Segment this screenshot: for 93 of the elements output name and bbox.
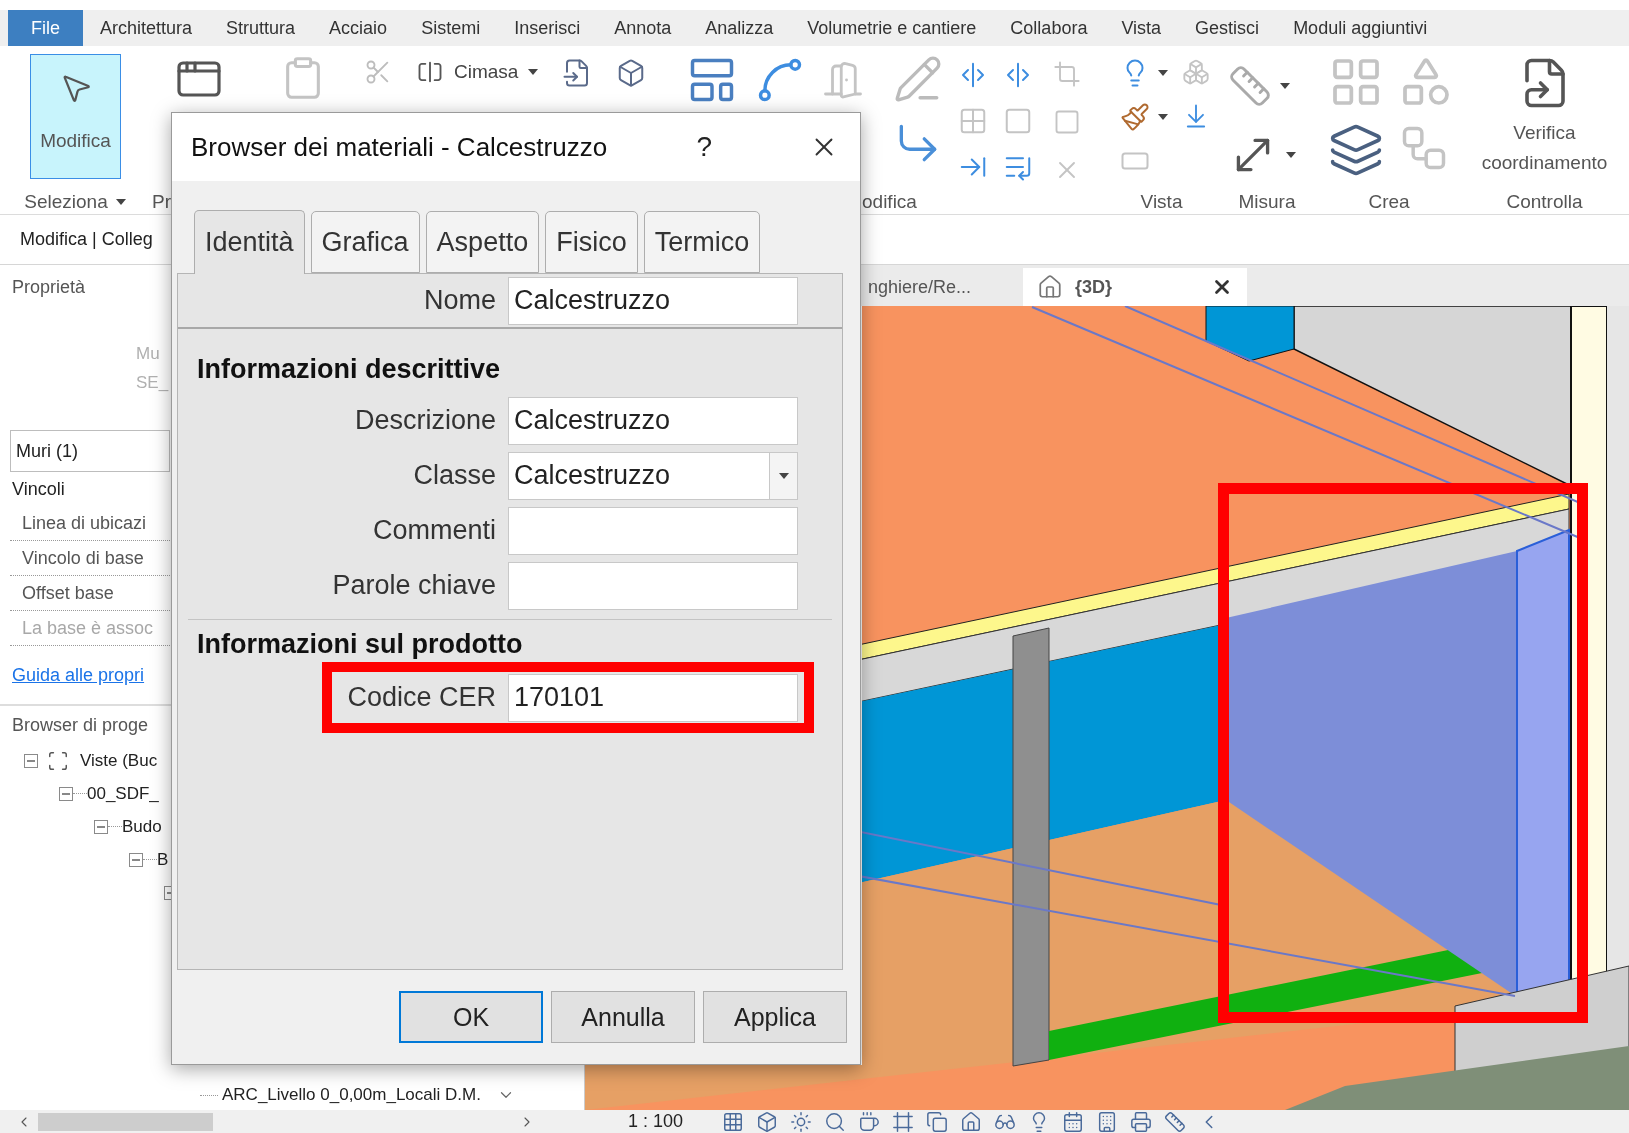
caret-icon[interactable] bbox=[115, 199, 126, 205]
ribbon-tab[interactable]: Acciaio bbox=[312, 10, 405, 46]
context-label: Modifica | Colleg bbox=[20, 229, 153, 250]
panel-label: Vista bbox=[1140, 191, 1183, 213]
ribbon-tab[interactable]: Analizza bbox=[688, 10, 791, 46]
tree-item[interactable]: Viste (Buc bbox=[80, 750, 158, 771]
ribbon-tab[interactable]: Struttura bbox=[209, 10, 313, 46]
section-title: Informazioni descrittive bbox=[197, 354, 501, 384]
help-link[interactable]: Guida alle propri bbox=[12, 664, 145, 686]
dialog-tab[interactable]: Fisico bbox=[545, 211, 638, 273]
dialog-button[interactable]: Annulla bbox=[551, 991, 695, 1043]
verify-coordination-button[interactable]: Verifica coordinamento bbox=[1469, 118, 1620, 178]
panel-label: odifica bbox=[862, 191, 917, 213]
caret-icon[interactable] bbox=[1158, 114, 1168, 120]
calendar-icon[interactable] bbox=[1062, 1110, 1085, 1133]
panel-label: Controlla bbox=[1506, 191, 1583, 213]
ribbon-tab[interactable]: Collabora bbox=[993, 10, 1105, 46]
field-label: Commenti bbox=[372, 515, 496, 546]
dialog-tab[interactable]: Grafica bbox=[310, 211, 420, 273]
caret-icon[interactable] bbox=[528, 69, 539, 75]
property-label: La base è assoc bbox=[22, 617, 154, 639]
brush-icon[interactable] bbox=[1120, 102, 1150, 132]
ribbon-tab[interactable]: Vista bbox=[1104, 10, 1179, 46]
tree-toggle[interactable] bbox=[59, 786, 73, 801]
copy-icon[interactable] bbox=[926, 1110, 949, 1133]
tree-toggle[interactable] bbox=[129, 852, 143, 867]
magnifier-icon[interactable] bbox=[824, 1110, 847, 1133]
dialog-tab[interactable]: Identità bbox=[194, 210, 305, 274]
dialog-tab[interactable]: Aspetto bbox=[425, 211, 540, 273]
view-tab[interactable]: nghiere/Re... bbox=[862, 268, 1010, 306]
text-field[interactable] bbox=[508, 506, 798, 555]
house-icon bbox=[1037, 274, 1063, 300]
frame-icon[interactable] bbox=[892, 1110, 915, 1133]
field-label: Parole chiave bbox=[332, 570, 496, 601]
property-label: Linea di ubicazi bbox=[22, 512, 147, 534]
ribbon-tab[interactable]: Sistemi bbox=[404, 10, 498, 46]
grid-icon[interactable] bbox=[722, 1110, 745, 1133]
text-field[interactable]: Calcestruzzo bbox=[508, 396, 798, 445]
dropdown-button[interactable] bbox=[769, 452, 797, 499]
caret-icon[interactable] bbox=[1280, 83, 1290, 89]
dialog-button[interactable]: OK bbox=[399, 991, 543, 1043]
cup-icon[interactable] bbox=[858, 1110, 881, 1133]
section-title: Informazioni sul prodotto bbox=[197, 629, 523, 659]
view-frame-icon bbox=[47, 749, 69, 772]
field-label: Nome bbox=[423, 285, 496, 316]
field-label: Classe bbox=[413, 460, 496, 491]
dropdown-field[interactable]: Calcestruzzo bbox=[508, 451, 798, 500]
tree-item[interactable]: ARC_Livello 0_0,00m_Locali D.M. bbox=[222, 1085, 481, 1105]
file-menu[interactable]: File bbox=[8, 10, 83, 46]
group-title: Vincoli bbox=[12, 478, 65, 500]
ribbon-tab[interactable]: Gestisci bbox=[1178, 10, 1277, 46]
dialog-button[interactable]: Applica bbox=[703, 991, 847, 1043]
panel-title: Proprietà bbox=[12, 276, 86, 298]
field-label: Codice CER bbox=[347, 682, 496, 713]
ruler-icon[interactable] bbox=[1164, 1110, 1187, 1133]
caret-icon[interactable] bbox=[1158, 70, 1168, 76]
help-button[interactable]: ? bbox=[696, 131, 712, 163]
ribbon-tab[interactable]: Moduli aggiuntivi bbox=[1276, 10, 1445, 46]
panel-label: Seleziona bbox=[24, 191, 108, 213]
ribbon-tab[interactable]: Inserisci bbox=[497, 10, 598, 46]
tree-toggle[interactable] bbox=[24, 753, 38, 768]
caret-icon[interactable] bbox=[778, 472, 789, 479]
scale-label[interactable]: 1 : 100 bbox=[628, 1111, 684, 1132]
text-field[interactable]: 170101 bbox=[508, 673, 798, 722]
text-field[interactable]: Calcestruzzo bbox=[508, 276, 798, 325]
printer-icon[interactable] bbox=[1130, 1110, 1153, 1133]
house-icon[interactable] bbox=[960, 1110, 983, 1133]
property-label: Offset base bbox=[22, 582, 114, 604]
tree-item[interactable]: Budo bbox=[122, 816, 162, 837]
layers-icon[interactable] bbox=[1328, 122, 1384, 178]
caret-icon[interactable] bbox=[1286, 152, 1296, 158]
tree-item[interactable]: 00_SDF_ bbox=[87, 783, 159, 804]
ribbon-tab[interactable]: Volumetrie e cantiere bbox=[790, 10, 994, 46]
tree-toggle[interactable] bbox=[94, 819, 108, 834]
field-label: Descrizione bbox=[354, 405, 496, 436]
property-label: Vincolo di base bbox=[22, 547, 144, 569]
cimasa-button[interactable]: Cimasa bbox=[416, 58, 539, 86]
type-selector[interactable]: Muri (1) bbox=[10, 430, 170, 472]
text-field[interactable] bbox=[508, 561, 798, 610]
sun-icon[interactable] bbox=[790, 1110, 813, 1133]
scrollbar-thumb[interactable] bbox=[38, 1112, 213, 1131]
ribbon-tab[interactable]: Annota bbox=[597, 10, 689, 46]
tree-item[interactable]: B bbox=[157, 849, 169, 870]
cube-icon[interactable] bbox=[756, 1110, 779, 1133]
dialog-title: Browser dei materiali - Calcestruzzo bbox=[191, 131, 608, 163]
dialog-tab[interactable]: Termico bbox=[643, 211, 761, 273]
modify-button[interactable]: Modifica bbox=[30, 54, 121, 179]
panel-title: Browser di proge bbox=[12, 714, 149, 736]
panel-label: Pr bbox=[152, 191, 171, 213]
view-tab[interactable]: {3D} bbox=[1023, 268, 1247, 306]
ribbon-tab[interactable]: Architettura bbox=[83, 10, 210, 46]
panel-label: Misura bbox=[1238, 191, 1296, 213]
panel-label: Crea bbox=[1368, 191, 1410, 213]
